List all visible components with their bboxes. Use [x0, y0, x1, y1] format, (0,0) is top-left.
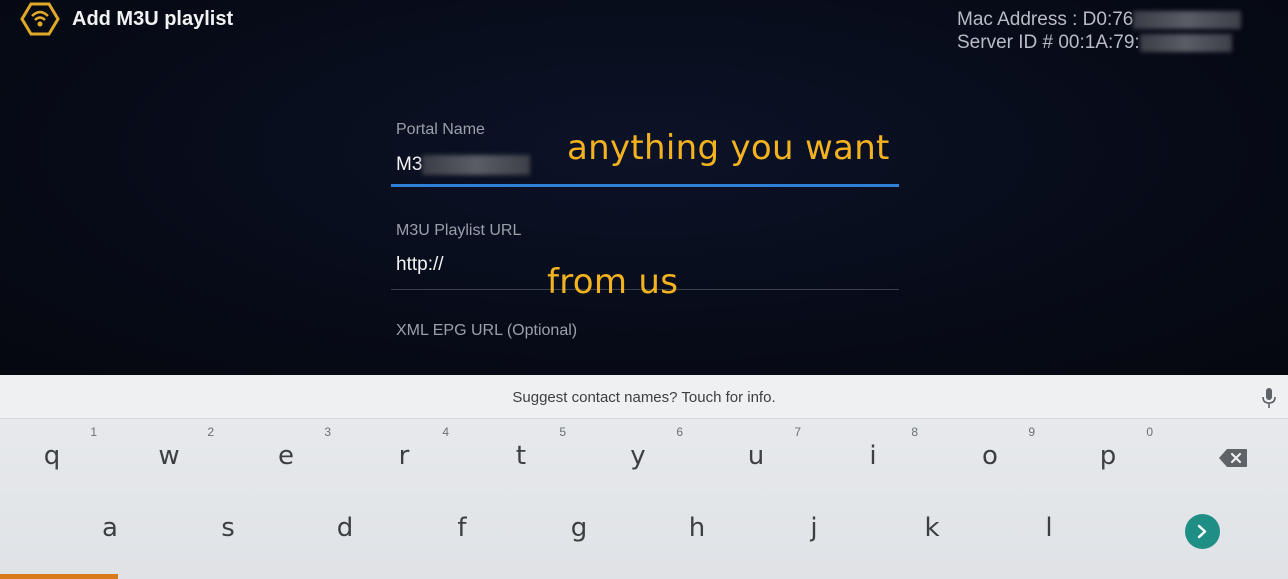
key-i[interactable]: 8 i: [818, 425, 928, 485]
key-hint: 2: [207, 425, 214, 439]
microphone-icon[interactable]: [1261, 387, 1277, 409]
epg-url-field[interactable]: XML EPG URL (Optional): [391, 320, 899, 360]
key-s[interactable]: s: [173, 497, 283, 557]
playlist-url-input[interactable]: http://: [396, 254, 444, 276]
portal-name-underline: [391, 184, 899, 187]
redacted-portal-name: [422, 154, 531, 175]
key-r[interactable]: 4 r: [349, 425, 459, 485]
key-label: q: [43, 441, 61, 471]
key-label: t: [515, 441, 527, 471]
enter-button[interactable]: [1185, 514, 1220, 549]
key-label: k: [924, 513, 940, 543]
key-hint: 8: [911, 425, 918, 439]
device-info: Mac Address : D0:76 Server ID # 00:1A:79…: [957, 8, 1242, 54]
mac-address-label: Mac Address : D0:76: [957, 9, 1134, 30]
portal-name-input[interactable]: M3: [396, 154, 531, 176]
key-label: o: [982, 441, 998, 471]
portal-name-value: M3: [396, 154, 423, 175]
key-hint: 4: [442, 425, 449, 439]
key-o[interactable]: 9 o: [935, 425, 1045, 485]
suggestion-text[interactable]: Suggest contact names? Touch for info.: [0, 389, 1288, 406]
key-label: r: [398, 441, 410, 471]
key-hint: 0: [1146, 425, 1153, 439]
key-label: p: [1099, 441, 1117, 471]
backspace-icon[interactable]: [1218, 448, 1248, 468]
key-label: i: [869, 441, 877, 471]
key-w[interactable]: 2 w: [114, 425, 224, 485]
key-hint: 7: [794, 425, 801, 439]
url-hint-annotation: from us: [547, 262, 679, 302]
key-j[interactable]: j: [759, 497, 869, 557]
key-q[interactable]: 1 q: [0, 425, 107, 485]
suggestion-bar[interactable]: Suggest contact names? Touch for info.: [0, 375, 1288, 419]
key-u[interactable]: 7 u: [701, 425, 811, 485]
key-p[interactable]: 0 p: [1053, 425, 1163, 485]
key-e[interactable]: 3 e: [231, 425, 341, 485]
key-label: l: [1045, 513, 1053, 543]
key-f[interactable]: f: [407, 497, 517, 557]
mac-address-row: Mac Address : D0:76: [957, 8, 1242, 31]
key-label: u: [747, 441, 765, 471]
page-title: Add M3U playlist: [72, 8, 234, 30]
key-label: h: [688, 513, 706, 543]
key-hint: 5: [559, 425, 566, 439]
key-label: y: [630, 441, 646, 471]
key-hint: 1: [90, 425, 97, 439]
key-label: d: [336, 513, 354, 543]
key-h[interactable]: h: [642, 497, 752, 557]
key-label: g: [570, 513, 588, 543]
epg-url-label: XML EPG URL (Optional): [396, 322, 578, 339]
key-g[interactable]: g: [524, 497, 634, 557]
key-label: f: [457, 513, 467, 543]
chevron-right-icon: [1197, 524, 1207, 539]
key-a[interactable]: a: [55, 497, 165, 557]
key-k[interactable]: k: [877, 497, 987, 557]
app-screen: Add M3U playlist Mac Address : D0:76 Ser…: [0, 0, 1288, 375]
playlist-url-label: M3U Playlist URL: [396, 222, 522, 239]
key-hint: 9: [1028, 425, 1035, 439]
key-y[interactable]: 6 y: [583, 425, 693, 485]
key-label: e: [278, 441, 294, 471]
key-t[interactable]: 5 t: [466, 425, 576, 485]
key-l[interactable]: l: [994, 497, 1104, 557]
key-label: w: [158, 441, 180, 471]
key-d[interactable]: d: [290, 497, 400, 557]
on-screen-keyboard: Suggest contact names? Touch for info. 1…: [0, 375, 1288, 579]
portal-hint-annotation: anything you want: [567, 128, 890, 168]
key-hint: 3: [324, 425, 331, 439]
portal-name-label: Portal Name: [396, 121, 485, 138]
redacted-server-id: [1139, 33, 1232, 52]
hexagon-signal-logo-icon: [20, 2, 60, 36]
key-label: a: [102, 513, 118, 543]
key-hint: 6: [676, 425, 683, 439]
redacted-mac: [1133, 10, 1242, 29]
server-id-label: Server ID # 00:1A:79:: [957, 32, 1140, 53]
key-label: j: [810, 513, 818, 543]
focus-indicator: [0, 574, 118, 579]
server-id-row: Server ID # 00:1A:79:: [957, 31, 1241, 54]
key-label: s: [221, 513, 235, 543]
